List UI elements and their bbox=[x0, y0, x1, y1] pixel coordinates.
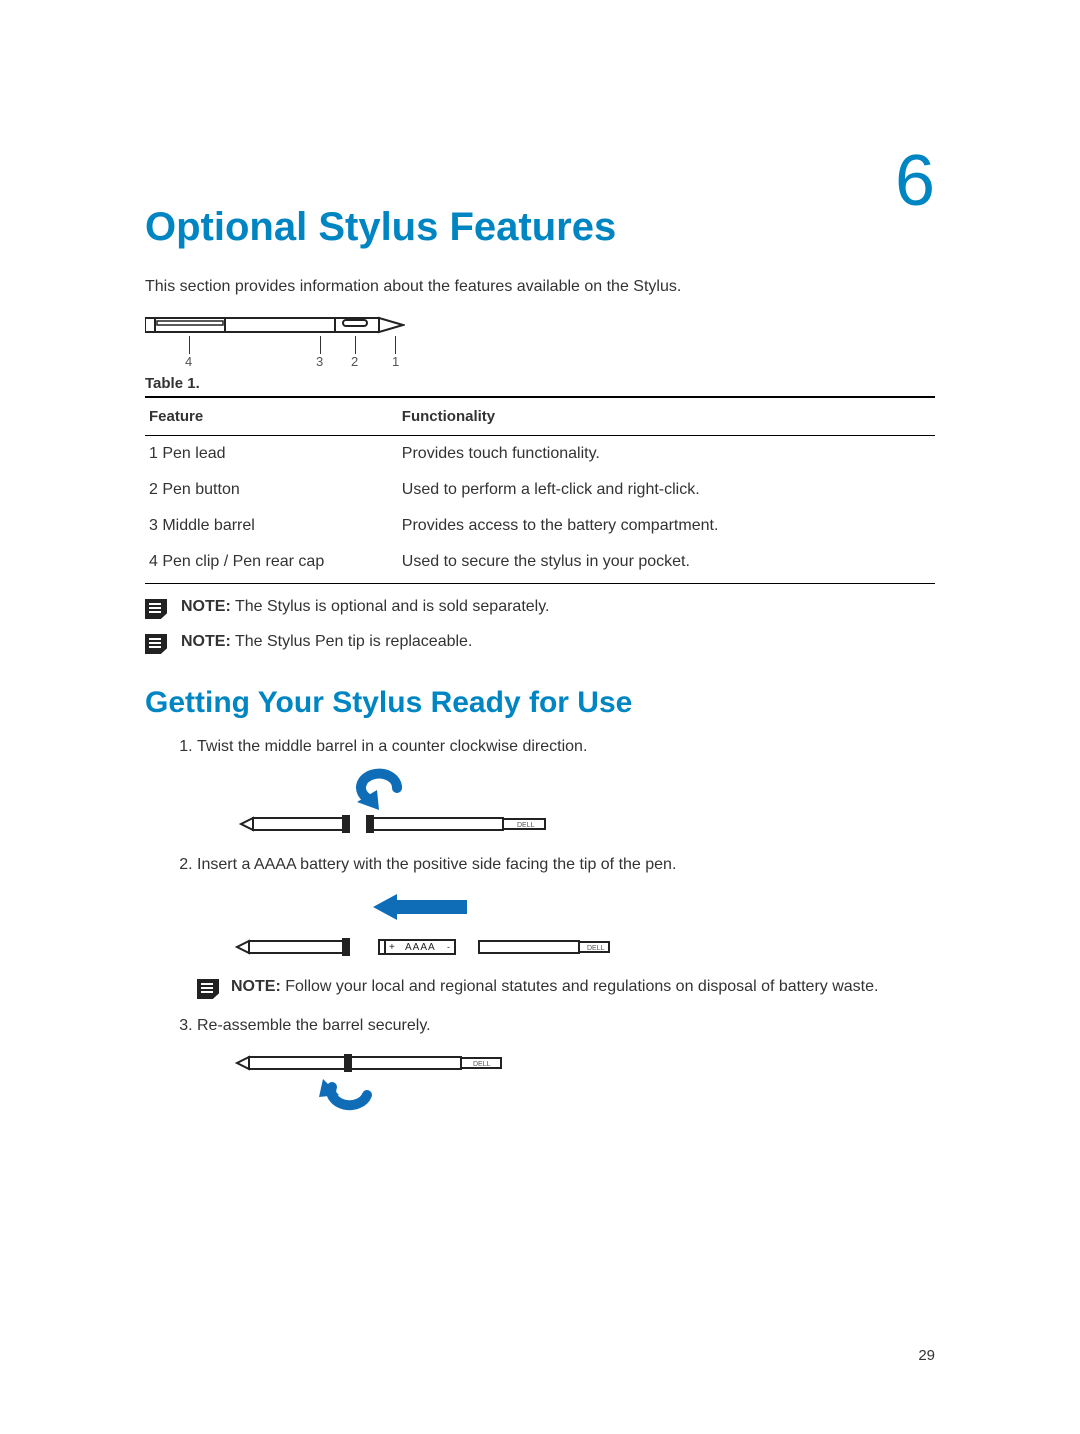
step-text: Re-assemble the barrel securely. bbox=[197, 1017, 935, 1035]
note-block: NOTE: The Stylus is optional and is sold… bbox=[145, 598, 935, 619]
battery-text: AAAA bbox=[405, 942, 436, 953]
page-number: 29 bbox=[918, 1347, 935, 1364]
table-caption: Table 1. bbox=[145, 375, 935, 392]
cell-functionality: Provides access to the battery compartme… bbox=[398, 508, 935, 544]
brand-label: DELL bbox=[517, 822, 535, 829]
diagram-label-1: 1 bbox=[392, 354, 399, 369]
twist-arrow-icon bbox=[357, 774, 397, 810]
reassemble-arrow-icon bbox=[319, 1079, 367, 1105]
note-text: NOTE: The Stylus is optional and is sold… bbox=[181, 598, 549, 616]
th-functionality: Functionality bbox=[398, 397, 935, 436]
insert-arrow-icon bbox=[373, 894, 467, 920]
th-feature: Feature bbox=[145, 397, 398, 436]
step-item: Re-assemble the barrel securely. DELL bbox=[197, 1017, 935, 1117]
note-label: NOTE: bbox=[231, 978, 281, 995]
battery-plus: + bbox=[389, 942, 395, 953]
step-item: Twist the middle barrel in a counter clo… bbox=[197, 738, 935, 838]
pen-assembled-icon bbox=[237, 1055, 501, 1071]
cell-functionality: Provides touch functionality. bbox=[398, 436, 935, 473]
note-block: NOTE: Follow your local and regional sta… bbox=[197, 978, 935, 999]
diagram-label-2: 2 bbox=[351, 354, 358, 369]
cell-feature: 3 Middle barrel bbox=[145, 508, 398, 544]
table-row: 3 Middle barrel Provides access to the b… bbox=[145, 508, 935, 544]
note-icon bbox=[197, 979, 219, 999]
table-row: 2 Pen button Used to perform a left-clic… bbox=[145, 472, 935, 508]
cell-feature: 4 Pen clip / Pen rear cap bbox=[145, 544, 398, 584]
note-label: NOTE: bbox=[181, 598, 231, 615]
note-text: NOTE: The Stylus Pen tip is replaceable. bbox=[181, 633, 472, 651]
table-row: 1 Pen lead Provides touch functionality. bbox=[145, 436, 935, 473]
note-body: The Stylus Pen tip is replaceable. bbox=[231, 633, 473, 650]
cell-functionality: Used to perform a left-click and right-c… bbox=[398, 472, 935, 508]
features-table: Feature Functionality 1 Pen lead Provide… bbox=[145, 396, 935, 584]
step1-figure: DELL bbox=[197, 768, 935, 838]
step3-figure: DELL bbox=[197, 1047, 935, 1117]
cell-feature: 2 Pen button bbox=[145, 472, 398, 508]
note-icon bbox=[145, 599, 167, 619]
brand-label: DELL bbox=[587, 945, 605, 952]
note-block: NOTE: The Stylus Pen tip is replaceable. bbox=[145, 633, 935, 654]
pen-split-icon bbox=[241, 816, 545, 832]
brand-label: DELL bbox=[473, 1061, 491, 1068]
cell-functionality: Used to secure the stylus in your pocket… bbox=[398, 544, 935, 584]
table-row: 4 Pen clip / Pen rear cap Used to secure… bbox=[145, 544, 935, 584]
chapter-number: 6 bbox=[895, 140, 935, 222]
intro-text: This section provides information about … bbox=[145, 278, 935, 296]
step-item: Insert a AAAA battery with the positive … bbox=[197, 856, 935, 999]
step2-figure: + AAAA - DELL bbox=[197, 886, 935, 964]
note-label: NOTE: bbox=[181, 633, 231, 650]
note-text: NOTE: Follow your local and regional sta… bbox=[231, 978, 878, 996]
page-title: Optional Stylus Features bbox=[145, 205, 935, 250]
section-heading: Getting Your Stylus Ready for Use bbox=[145, 686, 935, 720]
stylus-parts-diagram: 4 3 2 1 bbox=[145, 314, 405, 369]
steps-list: Twist the middle barrel in a counter clo… bbox=[145, 738, 935, 1117]
diagram-label-3: 3 bbox=[316, 354, 323, 369]
diagram-label-4: 4 bbox=[185, 354, 192, 369]
step-text: Insert a AAAA battery with the positive … bbox=[197, 856, 935, 874]
cell-feature: 1 Pen lead bbox=[145, 436, 398, 473]
note-icon bbox=[145, 634, 167, 654]
stylus-outline-icon bbox=[145, 314, 405, 338]
note-body: The Stylus is optional and is sold separ… bbox=[231, 598, 550, 615]
battery-minus: - bbox=[447, 942, 450, 952]
step-text: Twist the middle barrel in a counter clo… bbox=[197, 738, 935, 756]
note-body: Follow your local and regional statutes … bbox=[281, 978, 879, 995]
